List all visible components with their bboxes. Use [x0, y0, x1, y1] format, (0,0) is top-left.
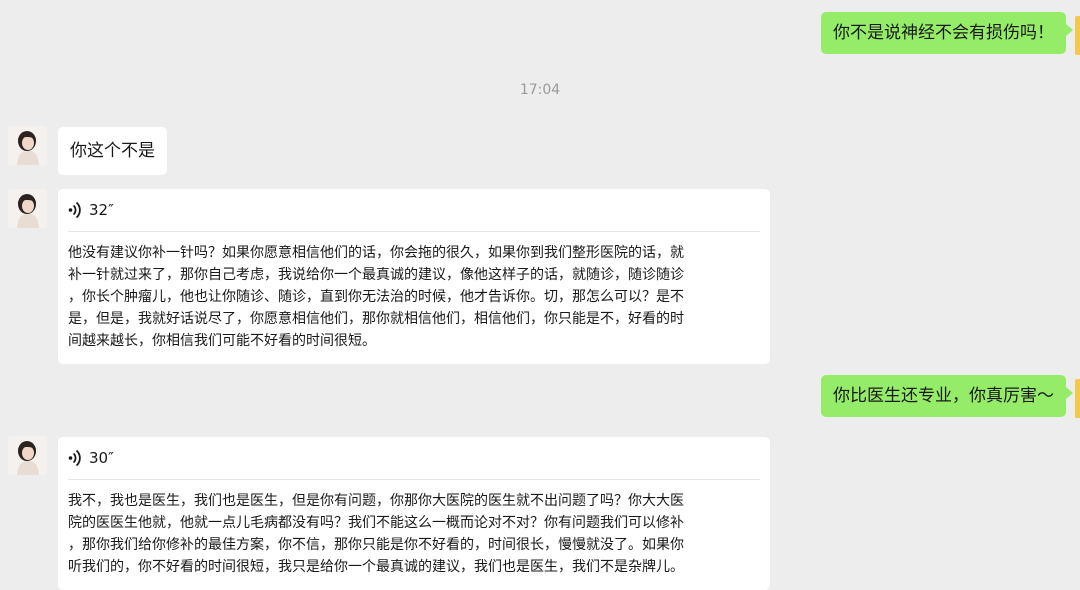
self-avatar[interactable] [1075, 379, 1080, 418]
transcript-line: 补一针就过来了，那你自己考虑，我说给你一个最真诚的建议，像他这样子的话，就随诊，… [68, 267, 684, 283]
self-message-bubble[interactable]: 你比医生还专业，你真厉害～ [821, 375, 1073, 417]
voice-wave-icon [68, 201, 81, 219]
transcript-line: 我不，我也是医生，我们也是医生，但是你有问题，你那你大医院的医生就不出问题了吗？… [68, 493, 684, 509]
transcript-line: 他没有建议你补一针吗？如果你愿意相信他们的话，你会拖的很久，如果你到我们整形医院… [68, 245, 684, 261]
voice-play-control[interactable]: 32″ [58, 189, 770, 231]
voice-duration: 30″ [89, 449, 114, 467]
transcript-line: 间越来越长，你相信我们可能不好看的时间很短。 [68, 333, 376, 349]
self-message-bubble[interactable]: 你不是说神经不会有损伤吗！ [821, 12, 1073, 54]
contact-message-bubble[interactable]: 你这个不是 [58, 127, 167, 175]
self-avatar[interactable] [1075, 16, 1080, 55]
contact-avatar[interactable] [8, 189, 47, 228]
transcript-line: ，那你我们给你修补的最佳方案，你不信，那你只能是你不好看的，时间很长，慢慢就没了… [68, 537, 684, 553]
voice-wave-icon [68, 449, 81, 467]
voice-play-control[interactable]: 30″ [58, 437, 770, 479]
transcript-line: 听我们的，你不好看的时间很短，我只是给你一个最真诚的建议，我们也是医生，我们不是… [68, 559, 684, 575]
message-text: 你这个不是 [70, 141, 155, 161]
contact-avatar[interactable] [8, 436, 47, 475]
voice-transcript: 他没有建议你补一针吗？如果你愿意相信他们的话，你会拖的很久，如果你到我们整形医院… [58, 232, 770, 364]
voice-transcript: 我不，我也是医生，我们也是医生，但是你有问题，你那你大医院的医生就不出问题了吗？… [58, 480, 770, 590]
voice-message-bubble[interactable]: 32″ 他没有建议你补一针吗？如果你愿意相信他们的话，你会拖的很久，如果你到我们… [58, 189, 770, 364]
timestamp: 17:04 [519, 82, 561, 98]
contact-avatar[interactable] [8, 126, 47, 165]
message-text: 你不是说神经不会有损伤吗！ [833, 23, 1054, 43]
transcript-line: ，你长个肿瘤儿，他也让你随诊、随诊，直到你无法治的时候，他才告诉你。切，那怎么可… [68, 289, 684, 305]
voice-duration: 32″ [89, 201, 114, 219]
transcript-line: 院的医医生他就，他就一点儿毛病都没有吗？我们不能这么一概而论对不对？你有问题我们… [68, 515, 684, 531]
transcript-line: 是，但是，我就好话说尽了，你愿意相信他们，那你就相信他们，相信他们，你只能是不，… [68, 311, 684, 327]
voice-message-bubble[interactable]: 30″ 我不，我也是医生，我们也是医生，但是你有问题，你那你大医院的医生就不出问… [58, 437, 770, 590]
message-text: 你比医生还专业，你真厉害～ [833, 386, 1054, 406]
